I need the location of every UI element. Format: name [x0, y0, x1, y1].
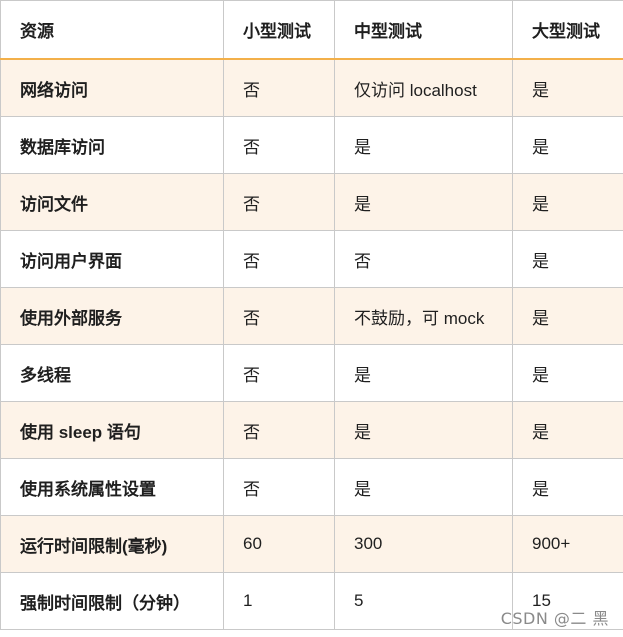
table-row: 数据库访问 否 是 是 [0, 116, 623, 174]
cell-large: 是 [512, 344, 623, 402]
row-label: 使用外部服务 [0, 287, 224, 345]
row-label: 强制时间限制（分钟） [0, 572, 224, 630]
cell-medium: 不鼓励，可 mock [334, 287, 513, 345]
cell-medium: 5 [334, 572, 513, 630]
cell-medium: 仅访问 localhost [334, 58, 513, 117]
cell-small: 否 [223, 173, 335, 231]
cell-small: 否 [223, 116, 335, 174]
cell-small: 否 [223, 287, 335, 345]
table-row: 访问文件 否 是 是 [0, 173, 623, 231]
row-label: 访问用户界面 [0, 230, 224, 288]
table-header: 资源 小型测试 中型测试 大型测试 [0, 0, 623, 60]
cell-large: 900+ [512, 515, 623, 573]
cell-medium: 300 [334, 515, 513, 573]
row-label: 使用 sleep 语句 [0, 401, 224, 459]
cell-medium: 是 [334, 116, 513, 174]
cell-large: 是 [512, 458, 623, 516]
table-row: 网络访问 否 仅访问 localhost 是 [0, 58, 623, 117]
cell-large: 是 [512, 116, 623, 174]
header-row: 资源 小型测试 中型测试 大型测试 [0, 0, 623, 60]
cell-medium: 是 [334, 401, 513, 459]
row-label: 数据库访问 [0, 116, 224, 174]
table-row: 使用系统属性设置 否 是 是 [0, 458, 623, 516]
cell-large: 是 [512, 58, 623, 117]
resource-test-comparison-table: 资源 小型测试 中型测试 大型测试 网络访问 否 仅访问 localhost 是… [0, 0, 623, 630]
table-body: 网络访问 否 仅访问 localhost 是 数据库访问 否 是 是 访问文件 … [0, 58, 623, 630]
table-row: 使用外部服务 否 不鼓励，可 mock 是 [0, 287, 623, 345]
cell-medium: 否 [334, 230, 513, 288]
table-row: 运行时间限制(毫秒) 60 300 900+ [0, 515, 623, 573]
row-label: 多线程 [0, 344, 224, 402]
cell-small: 否 [223, 230, 335, 288]
header-small-test: 小型测试 [223, 0, 335, 60]
cell-small: 60 [223, 515, 335, 573]
table-row: 使用 sleep 语句 否 是 是 [0, 401, 623, 459]
row-label: 访问文件 [0, 173, 224, 231]
header-resource: 资源 [0, 0, 224, 60]
cell-large: 是 [512, 287, 623, 345]
row-label: 使用系统属性设置 [0, 458, 224, 516]
cell-large: 是 [512, 230, 623, 288]
cell-large: 是 [512, 401, 623, 459]
cell-large: 是 [512, 173, 623, 231]
header-large-test: 大型测试 [512, 0, 623, 60]
watermark: CSDN @二 黑 [500, 609, 609, 628]
cell-small: 否 [223, 401, 335, 459]
header-medium-test: 中型测试 [334, 0, 513, 60]
row-label: 网络访问 [0, 58, 224, 117]
table-row: 多线程 否 是 是 [0, 344, 623, 402]
cell-medium: 是 [334, 344, 513, 402]
cell-medium: 是 [334, 458, 513, 516]
cell-small: 否 [223, 344, 335, 402]
cell-medium: 是 [334, 173, 513, 231]
table-row: 访问用户界面 否 否 是 [0, 230, 623, 288]
cell-small: 否 [223, 58, 335, 117]
cell-small: 否 [223, 458, 335, 516]
row-label: 运行时间限制(毫秒) [0, 515, 224, 573]
cell-small: 1 [223, 572, 335, 630]
